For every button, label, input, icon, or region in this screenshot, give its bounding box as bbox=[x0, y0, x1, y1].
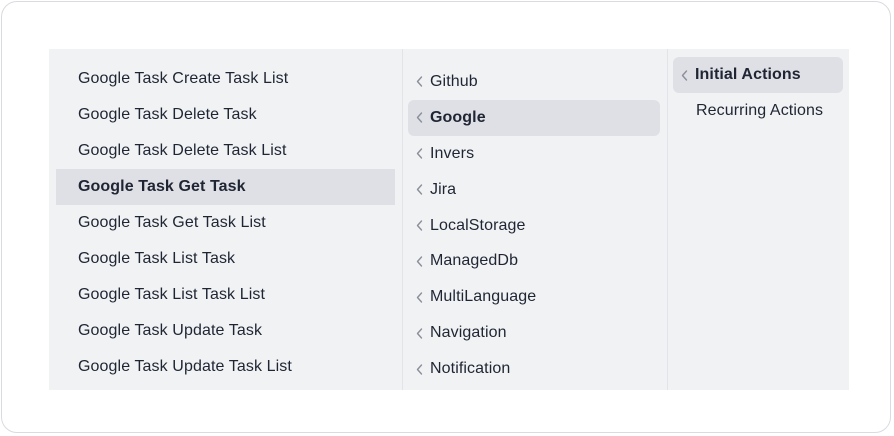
menu-item-manageddb[interactable]: ManagedDb bbox=[408, 243, 660, 279]
menu-item-label: LocalStorage bbox=[430, 216, 526, 234]
menu-item-google-task-list-task-list[interactable]: Google Task List Task List bbox=[56, 277, 395, 313]
chevron-left-icon bbox=[414, 290, 425, 304]
chevron-left-icon bbox=[414, 75, 425, 89]
menu-item-label: Google Task List Task List bbox=[78, 286, 265, 303]
menu-item-label: Google Task Get Task List bbox=[78, 214, 266, 231]
menu-item-google-task-get-task-list[interactable]: Google Task Get Task List bbox=[56, 205, 395, 241]
menu-item-google-task-update-task-list[interactable]: Google Task Update Task List bbox=[56, 349, 395, 385]
menu-item-google-task-create-task-list[interactable]: Google Task Create Task List bbox=[56, 61, 395, 97]
chevron-left-icon bbox=[414, 183, 425, 197]
menu-item-label: Navigation bbox=[430, 324, 507, 342]
menu-item-notification[interactable]: Notification bbox=[408, 351, 660, 387]
menu-item-label: Google Task Update Task List bbox=[78, 358, 292, 375]
menu-item-label: Google Task Update Task bbox=[78, 322, 263, 339]
menu-item-navigation[interactable]: Navigation bbox=[408, 315, 660, 351]
menu-item-label: Google Task List Task bbox=[78, 250, 236, 267]
menu-item-localstorage[interactable]: LocalStorage bbox=[408, 208, 660, 244]
menu-item-google-task-get-task[interactable]: Google Task Get Task bbox=[56, 169, 395, 205]
cascading-menu: Google Task Create Task List Google Task… bbox=[49, 49, 849, 390]
dialog-frame: Google Task Create Task List Google Task… bbox=[1, 1, 891, 433]
menu-column-integrations: Github Google Invers Jira LocalStorage M… bbox=[402, 49, 667, 390]
chevron-left-icon bbox=[414, 111, 425, 125]
menu-item-label: ManagedDb bbox=[430, 252, 519, 270]
menu-item-label: Google Task Get Task bbox=[78, 178, 246, 195]
menu-item-label: Google Task Delete Task List bbox=[78, 142, 287, 159]
chevron-left-icon bbox=[414, 219, 425, 233]
menu-item-label: Google bbox=[430, 108, 486, 126]
menu-item-label: Initial Actions bbox=[695, 66, 801, 83]
menu-item-label: Recurring Actions bbox=[696, 102, 824, 119]
chevron-left-icon bbox=[414, 362, 425, 376]
menu-item-label: Github bbox=[430, 72, 478, 90]
menu-item-github[interactable]: Github bbox=[408, 64, 660, 100]
menu-item-invers[interactable]: Invers bbox=[408, 136, 660, 172]
menu-item-label: Notification bbox=[430, 360, 511, 378]
chevron-left-icon bbox=[414, 147, 425, 161]
menu-item-recurring-actions[interactable]: Recurring Actions bbox=[673, 93, 843, 129]
menu-item-google-task-delete-task[interactable]: Google Task Delete Task bbox=[56, 97, 395, 133]
menu-item-initial-actions[interactable]: Initial Actions bbox=[673, 57, 843, 93]
menu-item-google[interactable]: Google bbox=[408, 99, 660, 136]
chevron-left-icon bbox=[414, 254, 425, 268]
menu-item-label: Google Task Create Task List bbox=[78, 70, 289, 87]
menu-item-label: MultiLanguage bbox=[430, 288, 537, 306]
chevron-left-icon bbox=[679, 68, 690, 82]
menu-item-label: Jira bbox=[430, 180, 457, 198]
menu-column-actions: Google Task Create Task List Google Task… bbox=[49, 49, 402, 390]
menu-item-google-task-list-task[interactable]: Google Task List Task bbox=[56, 241, 395, 277]
menu-item-multilanguage[interactable]: MultiLanguage bbox=[408, 279, 660, 315]
menu-item-label: Google Task Delete Task bbox=[78, 106, 257, 123]
menu-item-jira[interactable]: Jira bbox=[408, 172, 660, 208]
menu-item-label: Invers bbox=[430, 144, 475, 162]
menu-column-categories: Initial Actions Recurring Actions bbox=[667, 49, 849, 390]
menu-item-google-task-update-task[interactable]: Google Task Update Task bbox=[56, 313, 395, 349]
menu-item-google-task-delete-task-list[interactable]: Google Task Delete Task List bbox=[56, 133, 395, 169]
chevron-left-icon bbox=[414, 326, 425, 340]
